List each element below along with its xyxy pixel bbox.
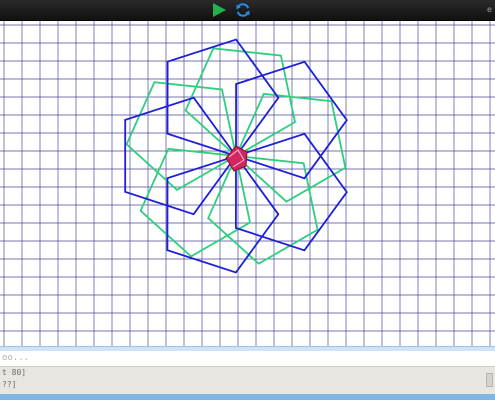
drawing-canvas	[0, 21, 495, 346]
reset-button[interactable]	[235, 2, 251, 18]
play-icon	[213, 3, 226, 17]
code-editor[interactable]: t 80] ??]	[0, 366, 495, 395]
pentagon-outline	[234, 92, 347, 203]
toolbar-overflow-text: e	[487, 5, 492, 14]
editor-line: ??]	[2, 380, 17, 389]
grid	[0, 21, 495, 346]
turtle-canvas[interactable]	[0, 21, 495, 346]
run-button[interactable]	[210, 2, 228, 18]
turtle-app: e oo... t 80] ??]	[0, 0, 495, 400]
editor-line: t 80]	[2, 368, 27, 377]
command-input[interactable]: oo...	[0, 351, 495, 366]
refresh-icon	[236, 3, 250, 17]
editor-scrollbar[interactable]	[486, 373, 493, 387]
toolbar: e	[0, 0, 495, 21]
status-bar	[0, 394, 495, 400]
